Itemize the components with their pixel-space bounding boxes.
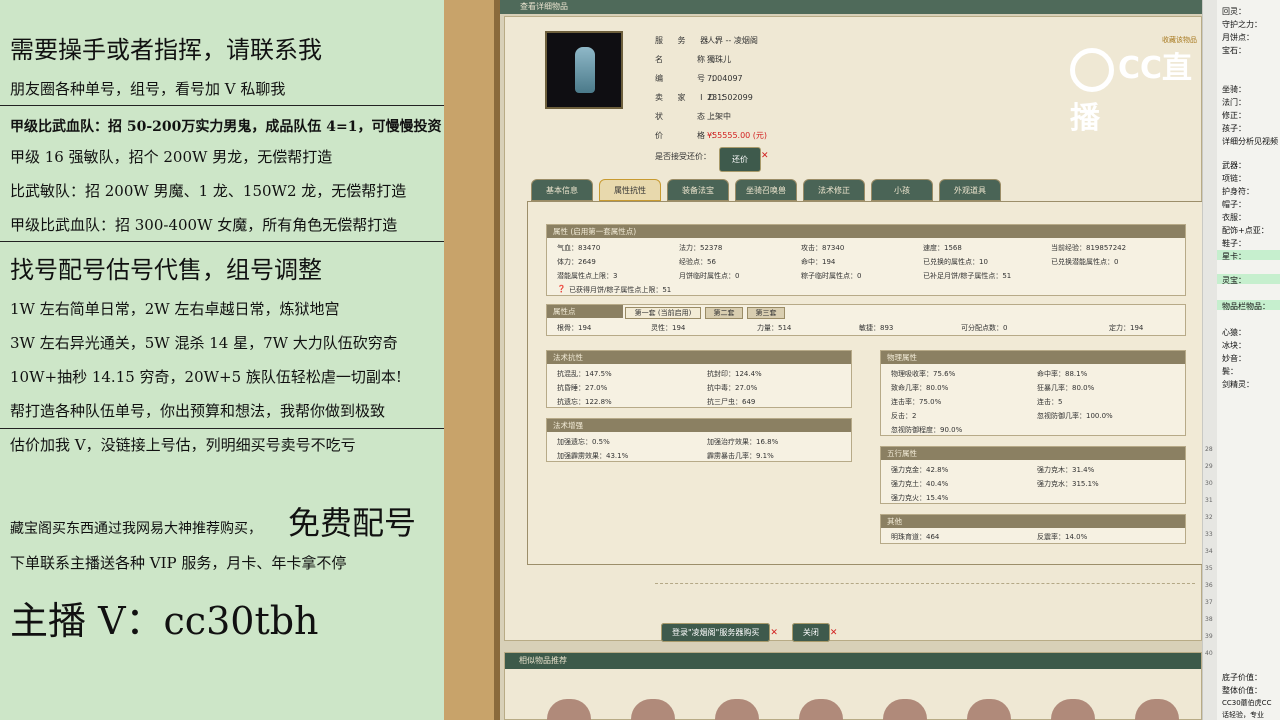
divider (0, 428, 444, 429)
free-match-text: 免费配号 (288, 504, 417, 542)
close-icon: ✕ (770, 628, 778, 638)
similar-item-thumbnail[interactable] (967, 699, 1011, 720)
tab-points-set-2[interactable]: 第二套 (705, 307, 743, 319)
attributes-panel: 属性 (启用第一套属性点) 气血：83470 法力：52378 攻击：87340… (527, 201, 1203, 565)
server-value: 人界 -- 凌烟阁 (707, 36, 758, 45)
overlay-line: 甲级比武血队：招 50-200万实力男鬼，成品队伍 4=1，可慢慢投资 (10, 119, 442, 135)
overlay-line: 朋友圈各种单号，组号，看号加 V 私聊我 (10, 80, 286, 98)
tab-attributes[interactable]: 属性抗性 (599, 179, 661, 201)
boost-box: 法术增强 加强遗忘：0.5% 加强治疗效果：16.8% 加强霹雳效果：43.1%… (546, 418, 852, 462)
similar-item-thumbnail[interactable] (1051, 699, 1095, 720)
resist-box: 法术抗性 抗混乱：147.5% 抗封印：124.4% 抗昏睡：27.0% 抗中毒… (546, 350, 852, 408)
attribute-header: 属性 (启用第一套属性点) (547, 225, 1185, 238)
cc-logo-icon (1070, 47, 1114, 92)
seller-value: 231502099 (707, 93, 753, 102)
overlay-line: 10W+抽秒 14.15 穷奇，20W+5 族队伍轻松虐一切副本! (10, 368, 402, 386)
wuxing-box: 五行属性 强力克金：42.8% 强力克木：31.4% 强力克土：40.4% 强力… (880, 446, 1186, 504)
similar-item-thumbnail[interactable] (547, 699, 591, 720)
similar-item-thumbnail[interactable] (631, 699, 675, 720)
divider (0, 105, 444, 106)
overlay-line: 估价加我 V，没链接上号估，列明细买号卖号不吃亏 (10, 436, 356, 454)
close-icon: ✕ (761, 151, 769, 161)
tab-bar: 基本信息 属性抗性 装备法宝 坐骑召唤兽 法术修正 小孩 外观道具 (531, 179, 1001, 201)
physical-box: 物理属性 物理吸收率：75.6% 命中率：88.1% 致命几率：80.0% 狂暴… (880, 350, 1186, 436)
other-box: 其他 明珠育道：464 反震率：14.0% (880, 514, 1186, 544)
cc-live-logo: CC直播 (1070, 44, 1210, 136)
similar-item-thumbnail[interactable] (715, 699, 759, 720)
overlay-line: 甲级比武血队：招 300-400W 女魔，所有角色无偿帮打造 (10, 216, 398, 234)
id-value: 7004097 (707, 74, 743, 83)
tab-spells[interactable]: 法术修正 (803, 179, 865, 201)
overlay-line: 比武敏队：招 200W 男魔、1 龙、150W2 龙，无偿帮打造 (10, 182, 407, 200)
name-value: 獨珠儿 (707, 55, 731, 64)
overlay-line: 找号配号估号代售，组号调整 (10, 256, 322, 284)
similar-header: 相似物品推荐 (505, 653, 1201, 669)
spreadsheet-sidebar: 回灵： 守护之力： 月饼点： 宝石： 坐骑： 法门： 修正： 孩子： 详细分析见… (1202, 0, 1280, 720)
points-box: 属性点 第一套 (当前启用) 第二套 第三套 根骨：194 灵性：194 力量：… (546, 304, 1186, 336)
character-avatar (545, 31, 623, 109)
attribute-box: 属性 (启用第一套属性点) 气血：83470 法力：52378 攻击：87340… (546, 224, 1186, 296)
item-info: 服 务 器： 人界 -- 凌烟阁 名 称： 獨珠儿 编 号： 7004097 卖 家 … (655, 31, 769, 172)
screen: 需要操手或者指挥，请联系我 朋友圈各种单号，组号，看号加 V 私聊我 甲级比武血… (0, 0, 1280, 720)
overlay-line: 甲级 16 强敏队，招个 200W 男龙，无偿帮打造 (10, 148, 333, 166)
row-number-column (1203, 0, 1217, 720)
close-icon: ✕ (829, 628, 838, 638)
similar-item-thumbnail[interactable] (883, 699, 927, 720)
status-value: 上架中 (707, 112, 731, 121)
login-purchase-button[interactable]: 登录"凌烟阁"服务器购买 (661, 623, 771, 642)
tab-points-set-3[interactable]: 第三套 (747, 307, 785, 319)
tab-mounts[interactable]: 坐骑召唤兽 (735, 179, 797, 201)
price-value: ¥55555.00 (元) (707, 131, 768, 140)
similar-item-thumbnail[interactable] (1135, 699, 1179, 720)
tab-appearance[interactable]: 外观道具 (939, 179, 1001, 201)
overlay-line: 需要操手或者指挥，请联系我 (10, 36, 322, 64)
help-icon: ❓ (557, 285, 566, 293)
overlay-line: 3W 左右异光通关，5W 混杀 14 星，7W 大力队伍砍穷奇 (10, 334, 398, 352)
points-header: 属性点 (547, 305, 623, 318)
tab-basic[interactable]: 基本信息 (531, 179, 593, 201)
divider (0, 241, 444, 242)
close-button[interactable]: 关闭 (791, 623, 830, 642)
character-figure-icon (575, 47, 595, 93)
anchor-contact: 主播 V：cc30tbh (10, 599, 319, 643)
window-title: 查看详细物品 (500, 0, 1202, 14)
streamer-overlay: 需要操手或者指挥，请联系我 朋友圈各种单号，组号，看号加 V 私聊我 甲级比武血… (0, 0, 444, 720)
wood-frame (444, 0, 500, 720)
divider (655, 583, 1195, 584)
overlay-line: 下单联系主播送各种 VIP 服务，月卡、年卡拿不停 (10, 554, 347, 572)
tab-child[interactable]: 小孩 (871, 179, 933, 201)
similar-items-panel: 相似物品推荐 (504, 652, 1202, 720)
overlay-line: 1W 左右简单日常，2W 左右卓越日常，炼狱地宫 (10, 300, 340, 318)
overlay-line: 藏宝阁买东西通过我网易大神推荐购买， (10, 521, 262, 537)
footer-buttons: 登录"凌烟阁"服务器购买 ✕ 关闭 ✕ (661, 620, 838, 642)
tab-equipment[interactable]: 装备法宝 (667, 179, 729, 201)
similar-item-thumbnail[interactable] (799, 699, 843, 720)
bargain-button[interactable]: 还价 (719, 147, 761, 172)
tab-points-set-1[interactable]: 第一套 (当前启用) (625, 307, 701, 319)
overlay-line: 帮打造各种队伍单号，你出预算和想法，我帮你做到极致 (10, 402, 386, 420)
